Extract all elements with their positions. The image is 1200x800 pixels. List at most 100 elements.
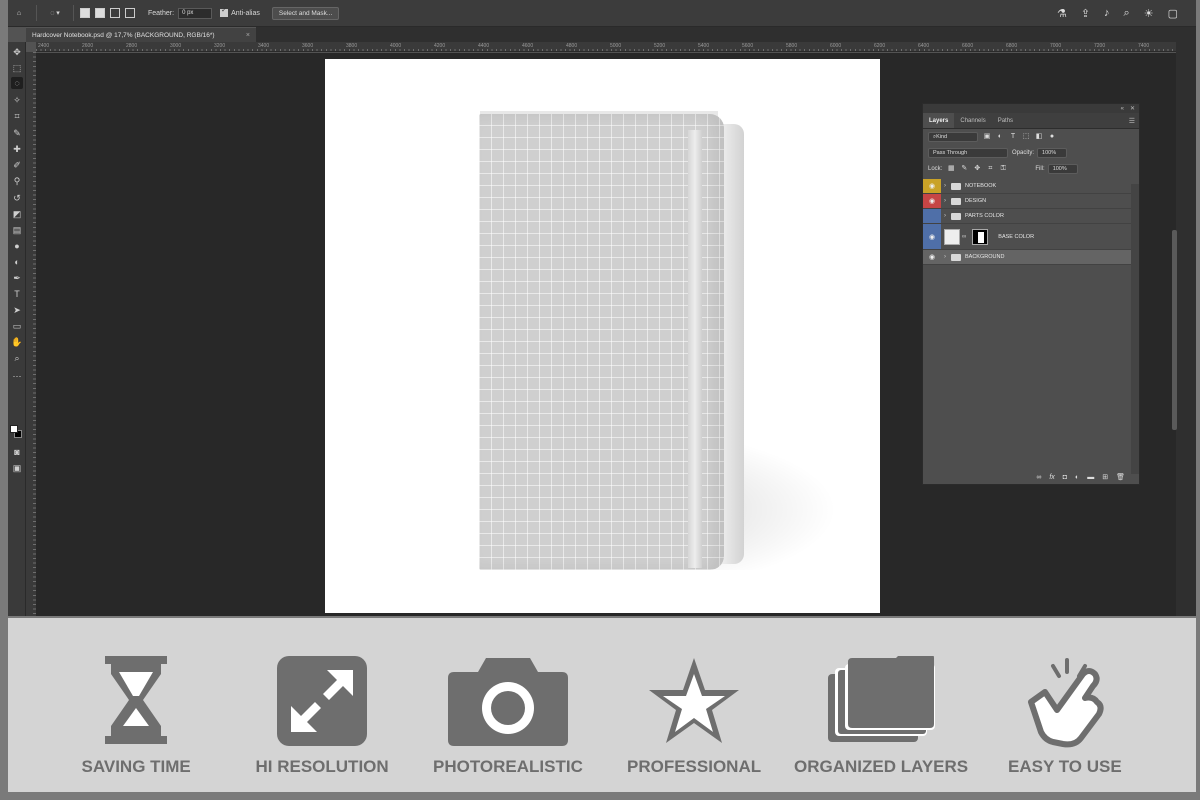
horizontal-ruler[interactable]: 2400 2600 2800 3000 3200 3400 3600 3800 4000 4200…	[36, 42, 1176, 52]
blur-tool-icon[interactable]: ●	[11, 240, 23, 252]
more-tools-icon[interactable]: ⋯	[11, 370, 23, 382]
search-icon[interactable]: ⌕	[1124, 7, 1130, 20]
fill-input[interactable]: 100%	[1047, 164, 1078, 174]
stamp-tool-icon[interactable]: ⚲	[11, 175, 23, 187]
vertical-scrollbar[interactable]	[1176, 42, 1196, 616]
visibility-eye-icon[interactable]: ◉	[923, 250, 941, 264]
screen-mode-icon[interactable]: ▣	[11, 462, 23, 474]
type-filter-icon[interactable]: T	[1009, 133, 1017, 141]
antialias-checkbox[interactable]	[220, 6, 229, 17]
document-tab[interactable]: Hardcover Notebook.psd @ 17,7% (BACKGROU…	[26, 27, 256, 42]
crop-tool-icon[interactable]: ⌗	[11, 110, 23, 122]
visibility-eye-icon[interactable]: ◉	[923, 224, 941, 249]
opacity-input[interactable]: 100%	[1037, 148, 1068, 158]
marquee-tool-icon[interactable]: ⬚	[11, 62, 23, 74]
scrollbar-thumb[interactable]	[1172, 230, 1177, 430]
expand-arrow-icon[interactable]: ›	[941, 198, 949, 204]
tab-layers[interactable]: Layers	[923, 113, 955, 128]
intersect-selection-icon[interactable]	[125, 8, 135, 18]
link-chain-icon[interactable]: ∞	[962, 234, 966, 240]
home-icon[interactable]: ⌂	[8, 0, 30, 27]
collapse-icon[interactable]: «	[1121, 106, 1124, 112]
lasso-tool-icon[interactable]: ◌	[11, 77, 23, 89]
quick-mask-icon[interactable]: ◙	[11, 446, 23, 458]
lightbulb-icon[interactable]: ☀	[1144, 7, 1154, 20]
visibility-eye-icon[interactable]: ◉	[923, 179, 941, 193]
path-selection-icon[interactable]: ➤	[11, 304, 23, 316]
layer-row-background[interactable]: ◉ › BACKGROUND	[923, 250, 1139, 265]
lock-artboard-icon[interactable]: ⌗	[986, 165, 994, 173]
layer-row-notebook[interactable]: ◉ › NOTEBOOK	[923, 179, 1139, 194]
layers-scrollbar[interactable]	[1131, 184, 1139, 474]
feature-professional: PROFESSIONAL	[594, 618, 794, 792]
close-icon[interactable]: ✕	[1130, 105, 1135, 112]
lock-paint-icon[interactable]: ✎	[960, 165, 968, 173]
lock-position-icon[interactable]: ✥	[973, 165, 981, 173]
trash-icon[interactable]: 🗑	[1116, 473, 1125, 481]
options-bar: ⌂ ◌ ▾ Feather: 0 px Anti-alias Select an…	[8, 0, 1196, 27]
ruler-tick-label: 6800	[1006, 43, 1018, 49]
dodge-tool-icon[interactable]: ◐	[11, 256, 23, 268]
layer-row-parts-color[interactable]: › PARTS COLOR	[923, 209, 1139, 224]
feather-input[interactable]: 0 px	[178, 7, 213, 19]
blend-mode-select[interactable]: Pass Through	[928, 148, 1008, 158]
layer-mask-thumbnail[interactable]	[972, 228, 989, 245]
smart-object-filter-icon[interactable]: ◧	[1035, 133, 1043, 141]
pen-tool-icon[interactable]: ✒	[11, 272, 23, 284]
camera-icon	[448, 658, 568, 746]
divider	[73, 5, 74, 21]
ruler-tick-label: 3200	[214, 43, 226, 49]
tab-paths[interactable]: Paths	[992, 113, 1019, 128]
star-icon	[649, 658, 739, 743]
layer-row-design[interactable]: ◉ › DESIGN	[923, 194, 1139, 209]
share-icon[interactable]: ⇪	[1081, 7, 1090, 20]
document-tab-title: Hardcover Notebook.psd @ 17,7% (BACKGROU…	[32, 31, 215, 39]
eyedropper-icon[interactable]: ✎	[11, 127, 23, 139]
expand-arrow-icon[interactable]: ›	[941, 254, 949, 260]
history-brush-icon[interactable]: ↺	[11, 192, 23, 204]
type-tool-icon[interactable]: T	[11, 288, 23, 300]
panel-menu-icon[interactable]: ☰	[1129, 113, 1135, 128]
shape-tool-icon[interactable]: ▭	[11, 320, 23, 332]
add-mask-icon[interactable]: ◘	[1063, 474, 1067, 481]
bell-icon[interactable]: ♪	[1104, 7, 1110, 20]
panel-tabs: Layers Channels Paths ☰	[923, 113, 1139, 129]
layer-row-base-color[interactable]: ◉ ∞ BASE COLOR	[923, 224, 1139, 250]
new-selection-icon[interactable]	[80, 8, 90, 18]
vertical-ruler[interactable]	[26, 52, 36, 616]
workspace-icon[interactable]: ▢	[1168, 7, 1178, 20]
pixel-filter-icon[interactable]: ▣	[983, 133, 991, 141]
fx-icon[interactable]: fx	[1049, 474, 1054, 481]
filter-kind-select[interactable]: ⌕ Kind	[928, 132, 978, 142]
brush-tool-icon[interactable]: ✐	[11, 159, 23, 171]
subtract-selection-icon[interactable]	[110, 8, 120, 18]
add-to-selection-icon[interactable]	[95, 8, 105, 18]
hand-tool-icon[interactable]: ✋	[11, 336, 23, 348]
visibility-eye-icon[interactable]	[923, 209, 941, 223]
expand-arrow-icon[interactable]: ›	[941, 183, 949, 189]
lock-pixels-icon[interactable]: ▦	[947, 165, 955, 173]
link-layers-icon[interactable]: ∞	[1036, 474, 1041, 481]
expand-arrow-icon[interactable]: ›	[941, 213, 949, 219]
lasso-tool-preset-icon[interactable]: ◌ ▾	[43, 0, 67, 27]
zoom-tool-icon[interactable]: ⌕	[11, 352, 23, 364]
move-tool-icon[interactable]: ✥	[11, 46, 23, 58]
filter-toggle-icon[interactable]: ●	[1048, 133, 1056, 141]
foreground-color-swatch[interactable]	[10, 425, 18, 433]
tab-channels[interactable]: Channels	[954, 113, 991, 128]
healing-brush-icon[interactable]: ✚	[11, 143, 23, 155]
flask-icon[interactable]: ⚗	[1057, 7, 1067, 20]
magic-wand-icon[interactable]: ✧	[11, 94, 23, 106]
gradient-tool-icon[interactable]: ▤	[11, 224, 23, 236]
visibility-eye-icon[interactable]: ◉	[923, 194, 941, 208]
adjustment-filter-icon[interactable]: ◐	[996, 133, 1004, 141]
close-icon[interactable]: ×	[246, 32, 250, 39]
adjustment-layer-icon[interactable]: ◐	[1075, 474, 1079, 481]
shape-filter-icon[interactable]: ⬚	[1022, 133, 1030, 141]
new-group-icon[interactable]: ▬	[1087, 474, 1094, 481]
select-and-mask-button[interactable]: Select and Mask...	[271, 6, 340, 20]
lock-all-icon[interactable]: ⚿	[999, 165, 1007, 173]
options-bar-right: ⚗ ⇪ ♪ ⌕ ☀ ▢	[1057, 7, 1196, 20]
eraser-tool-icon[interactable]: ◩	[11, 208, 23, 220]
new-layer-icon[interactable]: ⊞	[1102, 473, 1108, 481]
